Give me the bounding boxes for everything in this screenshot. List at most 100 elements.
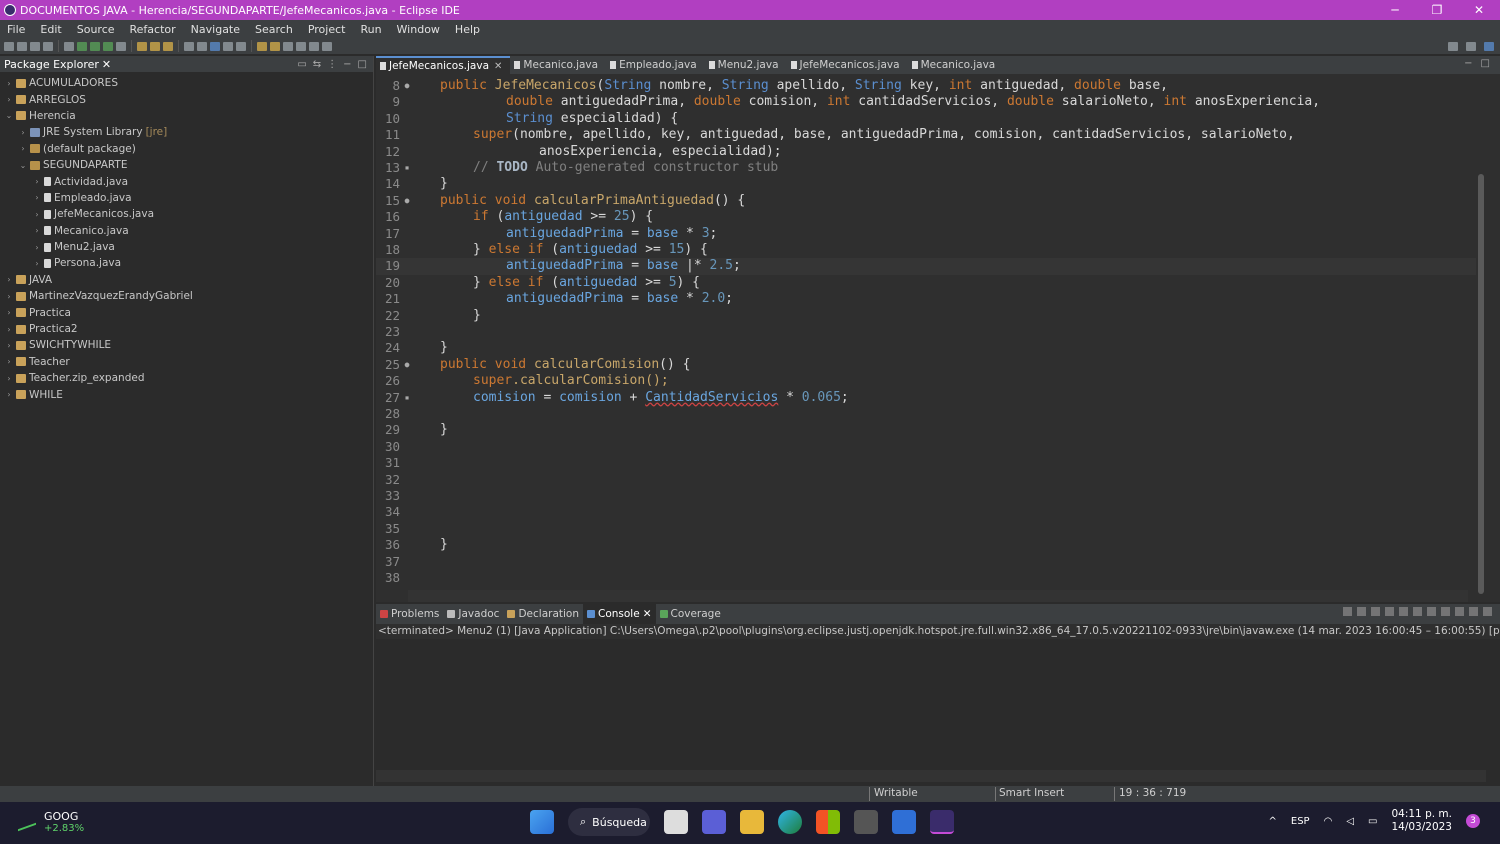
maximize-icon[interactable]: □ (1481, 58, 1490, 69)
minimize-icon[interactable]: − (343, 59, 351, 70)
minimize-button[interactable]: ─ (1374, 0, 1416, 20)
editor-tab-empleado[interactable]: Empleado.java (606, 56, 705, 74)
twisty-icon[interactable]: › (32, 177, 42, 186)
minimize-icon[interactable] (1469, 607, 1478, 616)
code-line[interactable]: 12 anosExperiencia, especialidad); (376, 144, 1476, 160)
code-line[interactable]: 24} (376, 340, 1476, 356)
code-line[interactable]: 36} (376, 537, 1476, 553)
block-selection-icon[interactable] (223, 41, 233, 51)
code-line[interactable]: 20} else if (antiguedad >= 5) { (376, 275, 1476, 291)
twisty-icon[interactable]: › (4, 374, 14, 383)
tab-problems[interactable]: Problems (376, 608, 443, 620)
battery-icon[interactable]: ▭ (1368, 816, 1377, 827)
previous-annotation-icon[interactable] (270, 41, 280, 51)
code-line-current[interactable]: 19 antiguedadPrima = base |* 2.5; (376, 258, 1476, 275)
wifi-icon[interactable]: ◠ (1324, 816, 1333, 827)
chat-icon[interactable] (702, 810, 726, 834)
notification-badge[interactable]: 3 (1466, 814, 1480, 828)
twisty-icon[interactable]: › (4, 79, 14, 88)
scroll-lock-icon[interactable] (1385, 607, 1394, 616)
editor-tab-jefemecanicos-2[interactable]: JefeMecanicos.java (787, 56, 908, 74)
code-line[interactable]: 15 ● public void calcularPrimaAntiguedad()… (376, 193, 1476, 209)
editor-tab-menu2[interactable]: Menu2.java (705, 56, 787, 74)
tree-item[interactable]: › MartinezVazquezErandyGabriel (0, 288, 373, 304)
next-annotation-icon[interactable] (257, 41, 267, 51)
new-icon[interactable] (4, 41, 14, 51)
task-view-icon[interactable] (664, 810, 688, 834)
external-tools-icon[interactable] (116, 41, 126, 51)
save-icon[interactable] (17, 41, 27, 51)
close-icon[interactable]: ✕ (643, 608, 652, 620)
new-java-project-icon[interactable] (137, 41, 147, 51)
code-area[interactable]: 8 ● public JefeMecanicos(String nombre, St… (376, 78, 1476, 586)
twisty-icon[interactable]: › (4, 341, 14, 350)
menu-navigate[interactable]: Navigate (184, 23, 248, 36)
maximize-icon[interactable]: □ (358, 59, 367, 70)
tree-item[interactable]: › Empleado.java (0, 190, 373, 206)
edge-icon[interactable] (778, 810, 802, 834)
close-icon[interactable]: ✕ (494, 61, 502, 72)
search-icon[interactable] (197, 41, 207, 51)
editor-horizontal-scrollbar[interactable] (408, 590, 1468, 602)
tree-item[interactable]: › JRE System Library [jre] (0, 124, 373, 140)
show-whitespace-icon[interactable] (236, 41, 246, 51)
store-icon[interactable] (816, 810, 840, 834)
forward-icon[interactable] (309, 41, 319, 51)
terminal-icon[interactable] (43, 41, 53, 51)
twisty-icon[interactable]: › (4, 308, 14, 317)
tree-item[interactable]: › ARREGLOS (0, 91, 373, 107)
task-marker-icon[interactable]: ▪ (402, 160, 412, 176)
code-line[interactable]: 17 antiguedadPrima = base * 3; (376, 226, 1476, 242)
twisty-icon[interactable]: › (32, 210, 42, 219)
tree-item[interactable]: › ACUMULADORES (0, 75, 373, 91)
menu-run[interactable]: Run (353, 23, 389, 36)
tree-item[interactable]: › WHILE (0, 386, 373, 402)
back-icon[interactable] (296, 41, 306, 51)
menu-refactor[interactable]: Refactor (123, 23, 184, 36)
menu-edit[interactable]: Edit (33, 23, 69, 36)
tree-item[interactable]: ⌄ Herencia (0, 108, 373, 124)
tree-item[interactable]: › JefeMecanicos.java (0, 206, 373, 222)
error-marker-icon[interactable]: ▪ (402, 390, 412, 406)
open-perspective-icon[interactable] (1466, 41, 1476, 51)
editor-tab-jefemecanicos[interactable]: JefeMecanicos.java ✕ (376, 56, 511, 74)
menu-help[interactable]: Help (448, 23, 488, 36)
volume-icon[interactable]: ◁ (1346, 816, 1354, 827)
twisty-icon[interactable]: › (18, 128, 28, 137)
run-icon[interactable] (90, 41, 100, 51)
word-wrap-icon[interactable] (1399, 607, 1408, 616)
new-class-icon[interactable] (163, 41, 173, 51)
code-line[interactable]: 35 (376, 521, 1476, 537)
menu-project[interactable]: Project (301, 23, 354, 36)
console-horizontal-scrollbar[interactable] (376, 770, 1486, 782)
code-line[interactable]: 28 (376, 406, 1476, 422)
tree-item[interactable]: › Mecanico.java (0, 223, 373, 239)
code-line[interactable]: 38 (376, 570, 1476, 586)
tree-item[interactable]: › JAVA (0, 272, 373, 288)
code-line[interactable]: 14} (376, 176, 1476, 192)
editor-tab-mecanico[interactable]: Mecanico.java (510, 56, 606, 74)
pin-console-icon[interactable] (1427, 607, 1436, 616)
override-marker-icon[interactable]: ● (402, 78, 412, 94)
collapse-all-icon[interactable]: ▭ (297, 59, 306, 70)
code-line[interactable]: 21 antiguedadPrima = base * 2.0; (376, 291, 1476, 307)
code-line[interactable]: 23 (376, 324, 1476, 340)
twisty-icon[interactable]: › (32, 243, 42, 252)
status-insert-mode[interactable]: Smart Insert (999, 787, 1064, 799)
maximize-icon[interactable] (1483, 607, 1492, 616)
twisty-icon[interactable]: › (4, 390, 14, 399)
code-line[interactable]: 25 ● public void calcularComision() { (376, 357, 1476, 373)
code-line[interactable]: 11 super(nombre, apellido, key, antigueda… (376, 127, 1476, 143)
tree-item[interactable]: › (default package) (0, 141, 373, 157)
new-package-icon[interactable] (150, 41, 160, 51)
editor-vertical-scrollbar[interactable] (1476, 78, 1486, 594)
remove-all-icon[interactable] (1371, 607, 1380, 616)
close-button[interactable]: ✕ (1458, 0, 1500, 20)
tab-javadoc[interactable]: Javadoc (443, 608, 503, 620)
code-line[interactable]: 33 (376, 488, 1476, 504)
override-marker-icon[interactable]: ● (402, 357, 412, 373)
tree-item[interactable]: › Menu2.java (0, 239, 373, 255)
link-editor-icon[interactable]: ⇆ (313, 59, 321, 70)
tree-item[interactable]: › Teacher (0, 354, 373, 370)
scrollbar-thumb[interactable] (1478, 174, 1484, 594)
